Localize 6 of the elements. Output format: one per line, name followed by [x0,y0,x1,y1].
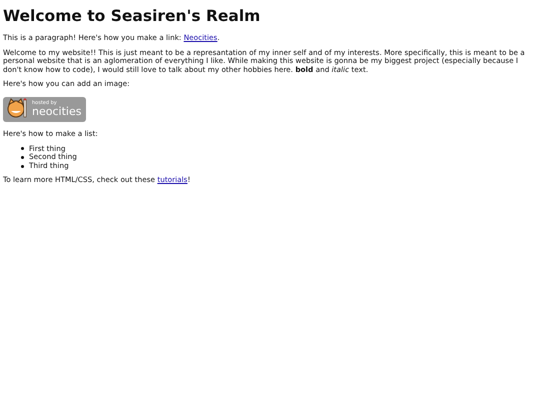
bullet-icon [21,147,24,150]
page-heading: Welcome to Seasiren's Realm [3,6,262,26]
badge-label: neocities [32,106,82,118]
bullet-icon [21,164,24,168]
cat-mascot-icon [5,98,29,120]
bullet-icon [21,156,24,159]
